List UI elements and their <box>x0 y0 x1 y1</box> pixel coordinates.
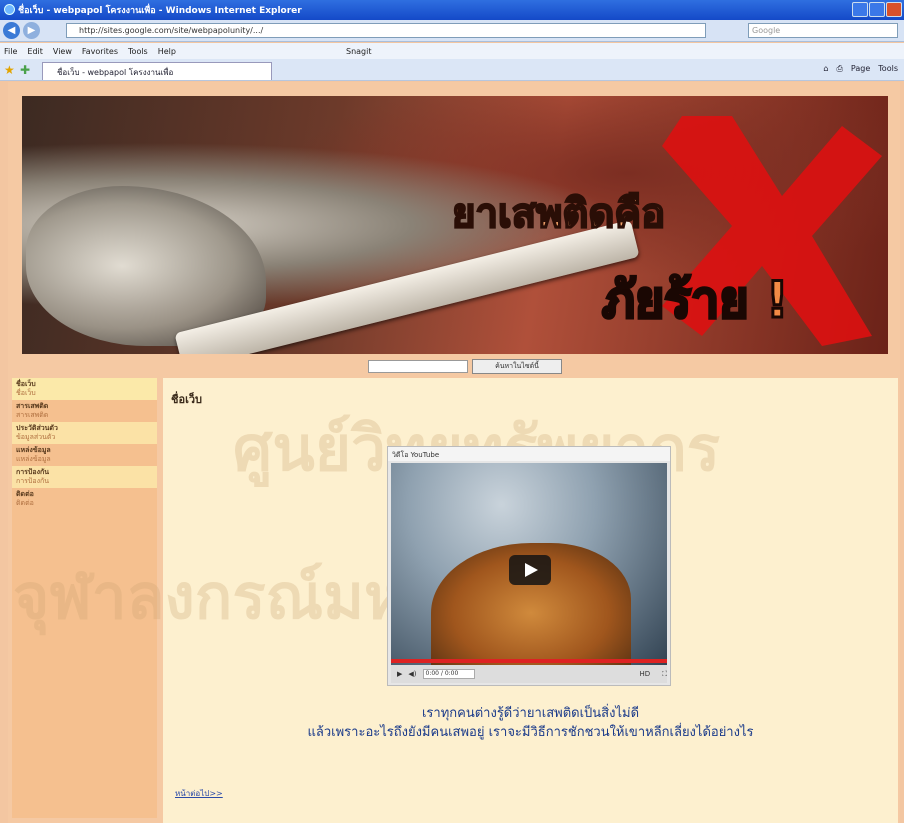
forward-arrow-icon[interactable]: ▶ <box>23 22 40 39</box>
video-progress-bar[interactable] <box>391 659 667 663</box>
sidebar-heading: การป้องกัน <box>16 468 50 476</box>
caption-line1: เราทุกคนต่างรู้ดีว่ายาเสพติดเป็นสิ่งไม่ด… <box>421 706 640 721</box>
address-input[interactable]: http://sites.google.com/site/webpapoluni… <box>66 23 706 38</box>
video-time: 0:00 / 0:00 <box>422 669 475 679</box>
home-icon[interactable]: ⌂ <box>823 64 828 74</box>
menu-view[interactable]: View <box>53 47 72 56</box>
fullscreen-icon[interactable]: ⛶ <box>662 670 667 679</box>
menu-bar: File Edit View Favorites Tools Help Snag… <box>0 43 904 59</box>
address-bar: ◀ ▶ http://sites.google.com/site/webpapo… <box>0 20 904 42</box>
hd-icon[interactable]: HD <box>639 670 650 678</box>
favorites-star-icon[interactable]: ★ <box>4 63 15 77</box>
sidebar-heading: ประวัติส่วนตัว <box>16 424 58 432</box>
tools-menu[interactable]: Tools <box>878 64 898 74</box>
sidebar-heading: ชื่อเว็บ <box>16 380 36 388</box>
sidebar-link[interactable]: การป้องกัน <box>16 477 153 486</box>
sidebar-link[interactable]: ข้อมูลส่วนตัว <box>16 433 153 442</box>
menu-tools[interactable]: Tools <box>128 47 148 56</box>
web-page: ยาเสพติดคือ ภัยร้าย ! ค้นหาในไซต์นี้ ชื่… <box>8 82 900 823</box>
caption-line2: แล้วเพราะอะไรถึงยังมีคนเสพอยู่ เราจะมีวิ… <box>307 725 754 740</box>
next-page-link[interactable]: หน้าต่อไป>> <box>175 787 223 800</box>
page-title: ชื่อเว็บ <box>171 393 202 406</box>
sidebar-item-profile[interactable]: ประวัติส่วนตัว ข้อมูลส่วนตัว <box>12 422 157 444</box>
play-button-icon[interactable]: ▶ <box>397 670 402 678</box>
window-title: ชื่อเว็บ - webpapol โครงงานเพื่อ - Windo… <box>18 6 302 16</box>
page-menu[interactable]: Page <box>851 64 870 74</box>
video-controls: ▶ ◀) 0:00 / 0:00 HD ⛶ <box>391 665 667 683</box>
sidebar-item-sources[interactable]: แหล่งข้อมูล แหล่งข้อมูล <box>12 444 157 466</box>
menu-favorites[interactable]: Favorites <box>82 47 118 56</box>
site-search-input[interactable] <box>368 360 468 373</box>
menu-help[interactable]: Help <box>158 47 176 56</box>
tab-bar: ★ ✚ ชื่อเว็บ - webpapol โครงงานเพื่อ ⌂ ⎙… <box>0 59 904 81</box>
menu-edit[interactable]: Edit <box>27 47 43 56</box>
browser-search-input[interactable]: Google <box>748 23 898 38</box>
banner-title-line1: ยาเสพติดคือ <box>451 190 666 238</box>
sidebar-link[interactable]: แหล่งข้อมูล <box>16 455 153 464</box>
youtube-video[interactable]: วิดีโอ YouTube ▶ ◀) 0:00 / 0:00 HD ⛶ <box>387 446 671 686</box>
sidebar-heading: สารเสพติด <box>16 402 49 410</box>
maximize-button[interactable] <box>869 2 885 17</box>
sidebar-item-prevention[interactable]: การป้องกัน การป้องกัน <box>12 466 157 488</box>
print-icon[interactable]: ⎙ <box>837 64 843 74</box>
menu-file[interactable]: File <box>4 47 17 56</box>
browser-tab[interactable]: ชื่อเว็บ - webpapol โครงงานเพื่อ <box>42 62 272 80</box>
sidebar-heading: แหล่งข้อมูล <box>16 446 51 454</box>
header-banner: ยาเสพติดคือ ภัยร้าย ! <box>22 96 888 354</box>
back-arrow-icon[interactable]: ◀ <box>3 22 20 39</box>
sidebar-link[interactable]: ชื่อเว็บ <box>16 389 153 398</box>
sidebar-link[interactable]: สารเสพติด <box>16 411 153 420</box>
banner-title-line2: ภัยร้าย ! <box>601 270 791 331</box>
sidebar-item-contact[interactable]: ติดต่อ ติดต่อ <box>12 488 157 510</box>
play-icon[interactable] <box>509 555 551 585</box>
close-button[interactable] <box>886 2 902 17</box>
video-title: วิดีโอ YouTube <box>388 447 670 461</box>
window-controls <box>852 2 902 17</box>
sidebar-heading: ติดต่อ <box>16 490 34 498</box>
minimize-button[interactable] <box>852 2 868 17</box>
snagit-button[interactable]: Snagit <box>346 47 372 56</box>
sidebar-link[interactable]: ติดต่อ <box>16 499 153 508</box>
add-favorite-icon[interactable]: ✚ <box>20 63 30 77</box>
video-frame[interactable] <box>391 463 667 671</box>
site-search-button[interactable]: ค้นหาในไซต์นี้ <box>472 359 562 374</box>
sidebar-item-drugs[interactable]: สารเสพติด สารเสพติด <box>12 400 157 422</box>
ie-logo-icon <box>4 4 15 15</box>
main-content: ศูนย์วิทยทรัพยากร จุฬาลงกรณ์มหาวิทยาลัย … <box>13 378 898 823</box>
sidebar-item-home[interactable]: ชื่อเว็บ ชื่อเว็บ <box>12 378 157 400</box>
command-bar: ⌂ ⎙ Page Tools <box>823 64 898 74</box>
volume-icon[interactable]: ◀) <box>408 670 416 678</box>
window-titlebar: ชื่อเว็บ - webpapol โครงงานเพื่อ - Windo… <box>0 0 904 20</box>
